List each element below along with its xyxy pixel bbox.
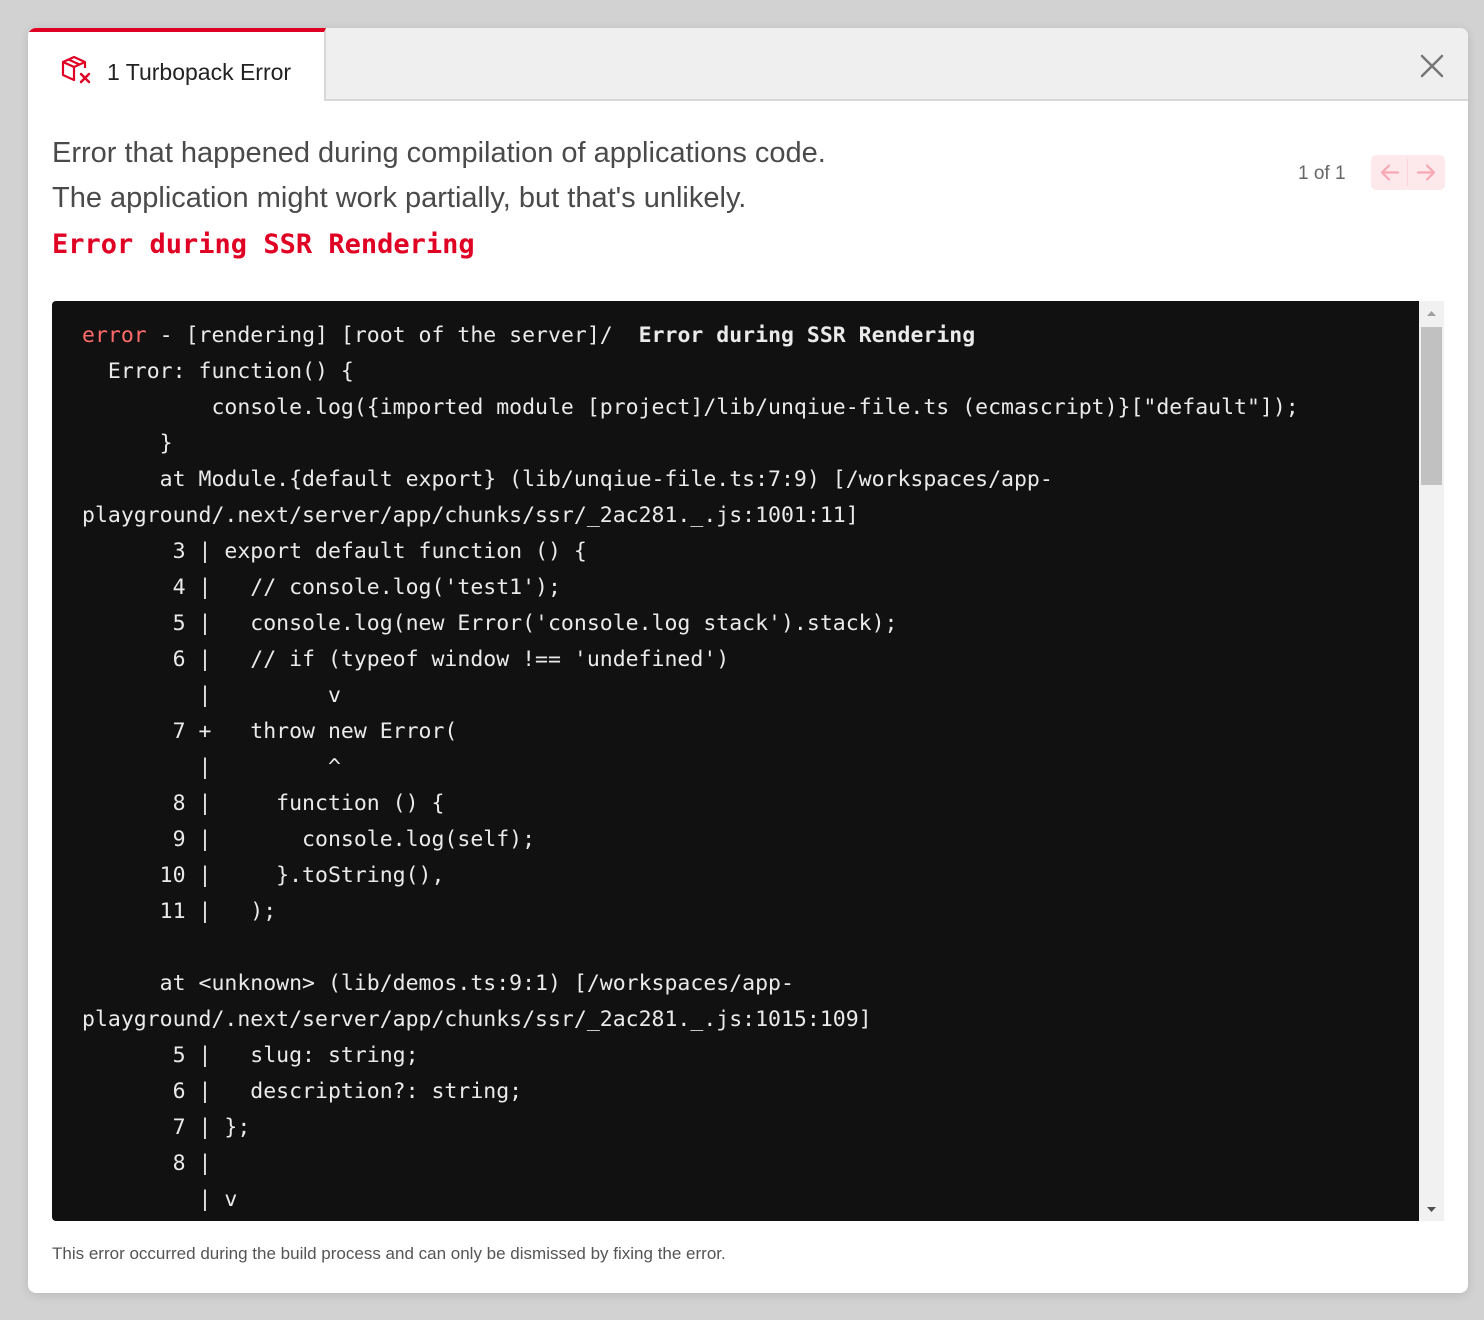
code-line: | ^ bbox=[82, 755, 341, 780]
code-line: 5 | slug: string; bbox=[82, 1043, 419, 1068]
description-line-1: Error that happened during compilation o… bbox=[52, 137, 826, 169]
code-line: console.log({imported module [project]/l… bbox=[82, 395, 1299, 420]
code-line: at <unknown> (lib/demos.ts:9:1) [/worksp… bbox=[82, 971, 794, 996]
code-line: 8 | function () { bbox=[82, 791, 445, 816]
code-line: 5 | console.log(new Error('console.log s… bbox=[82, 611, 898, 636]
error-message: Error during SSR Rendering bbox=[638, 323, 976, 348]
package-error-icon bbox=[60, 54, 94, 88]
previous-error-button[interactable] bbox=[1372, 155, 1408, 190]
code-line: 6 | description?: string; bbox=[82, 1079, 523, 1104]
code-line: error - [rendering] [root of the server]… bbox=[82, 323, 975, 348]
code-line: 10 | }.toString(), bbox=[82, 863, 445, 888]
tab-turbopack-error[interactable]: 1 Turbopack Error bbox=[28, 28, 326, 101]
tab-bar: 1 Turbopack Error bbox=[28, 28, 1468, 101]
close-button[interactable] bbox=[1414, 48, 1450, 84]
code-scrollbar[interactable] bbox=[1419, 301, 1444, 1221]
scroll-up-button[interactable] bbox=[1419, 303, 1444, 323]
code-line: | v bbox=[82, 683, 341, 708]
code-line: 4 | // console.log('test1'); bbox=[82, 575, 561, 600]
arrow-left-icon bbox=[1380, 164, 1400, 181]
code-line: 6 | // if (typeof window !== 'undefined'… bbox=[82, 647, 730, 672]
code-line: playground/.next/server/app/chunks/ssr/_… bbox=[82, 503, 859, 528]
code-line: playground/.next/server/app/chunks/ssr/_… bbox=[82, 1007, 872, 1032]
error-stack-trace: error - [rendering] [root of the server]… bbox=[82, 318, 1427, 1218]
tab-label: 1 Turbopack Error bbox=[107, 59, 292, 85]
code-line: | v bbox=[82, 1187, 238, 1212]
code-line: Error: function() { bbox=[82, 359, 354, 384]
pager-count: 1 of 1 bbox=[1298, 163, 1346, 184]
code-line: } bbox=[82, 431, 173, 456]
code-line: 3 | export default function () { bbox=[82, 539, 587, 564]
description-line-2: The application might work partially, bu… bbox=[52, 182, 747, 214]
scrollbar-thumb[interactable] bbox=[1421, 327, 1442, 485]
close-icon bbox=[1420, 54, 1444, 78]
code-line: at Module.{default export} (lib/unqiue-f… bbox=[82, 467, 1053, 492]
code-frame[interactable]: error - [rendering] [root of the server]… bbox=[52, 301, 1444, 1221]
footer-note: This error occurred during the build pro… bbox=[52, 1244, 726, 1263]
error-prefix: error bbox=[82, 323, 147, 348]
error-description: Error that happened during compilation o… bbox=[52, 131, 826, 221]
caret-up-icon bbox=[1427, 311, 1436, 316]
code-line: 7 + throw new Error( bbox=[82, 719, 458, 744]
pager-nav bbox=[1371, 155, 1445, 190]
error-path: - [rendering] [root of the server]/ bbox=[146, 323, 639, 348]
caret-down-icon bbox=[1427, 1207, 1436, 1212]
code-line: 7 | }; bbox=[82, 1115, 251, 1140]
error-title: Error during SSR Rendering bbox=[52, 229, 475, 260]
arrow-right-icon bbox=[1416, 164, 1436, 181]
error-dialog: 1 Turbopack Error Error that happened du… bbox=[28, 28, 1468, 1293]
code-line: 8 | bbox=[82, 1151, 212, 1176]
code-line: 9 | console.log(self); bbox=[82, 827, 536, 852]
scroll-down-button[interactable] bbox=[1419, 1199, 1444, 1219]
code-line: 11 | ); bbox=[82, 899, 277, 924]
next-error-button[interactable] bbox=[1408, 155, 1444, 190]
code-lines: Error: function() { console.log({importe… bbox=[82, 359, 1299, 1212]
